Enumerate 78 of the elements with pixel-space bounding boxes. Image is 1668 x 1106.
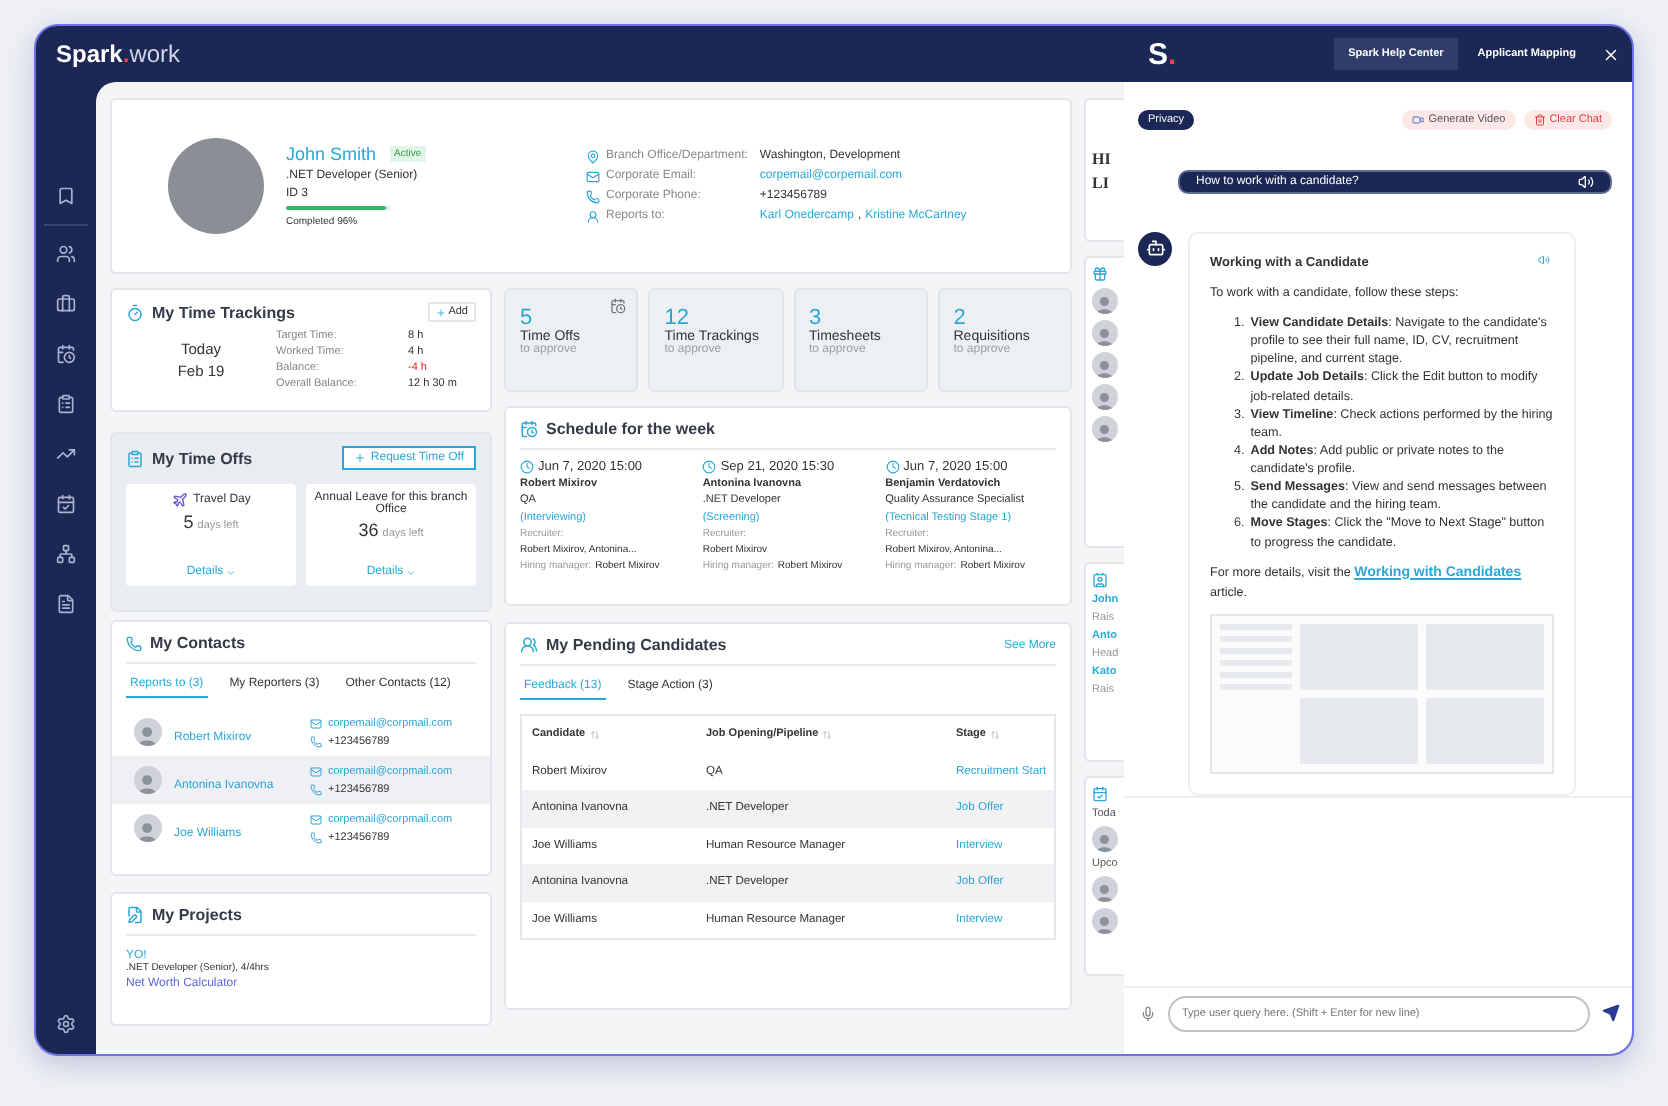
app-logo: Spark.work bbox=[56, 40, 181, 68]
bookmark-icon[interactable] bbox=[56, 186, 76, 206]
avatar bbox=[1092, 416, 1118, 442]
sort-icon bbox=[989, 729, 1000, 740]
location-pin-icon bbox=[586, 149, 600, 163]
calendar-icon bbox=[1092, 786, 1108, 802]
avatar bbox=[1092, 352, 1118, 378]
profile-name: John Smith bbox=[286, 144, 377, 164]
phone-icon bbox=[126, 635, 142, 651]
card-title: My Time Offs bbox=[152, 449, 253, 467]
plane-icon bbox=[171, 492, 188, 508]
phone-icon bbox=[310, 783, 322, 795]
clock-icon bbox=[702, 460, 717, 474]
settings-icon[interactable] bbox=[56, 1014, 76, 1034]
card-title: My Contacts bbox=[150, 634, 246, 652]
card-title: My Projects bbox=[152, 906, 242, 924]
card-title: My Time Trackings bbox=[152, 303, 295, 321]
photo-placeholder bbox=[168, 138, 264, 234]
avatar bbox=[134, 766, 162, 794]
people-icon bbox=[520, 636, 538, 654]
days-count: 36 bbox=[358, 520, 379, 540]
speaker-icon bbox=[1578, 173, 1594, 190]
phone-icon bbox=[586, 189, 600, 203]
bot-avatar bbox=[1138, 231, 1172, 266]
avatar bbox=[134, 718, 162, 746]
sort-icon bbox=[822, 729, 833, 740]
hierarchy-icon[interactable] bbox=[56, 544, 76, 564]
chart-icon[interactable] bbox=[56, 444, 76, 464]
video-icon bbox=[1412, 114, 1425, 126]
clock-icon bbox=[885, 460, 900, 474]
calendar-clock-icon bbox=[610, 298, 627, 314]
clock-icon bbox=[520, 460, 534, 474]
stopwatch-icon bbox=[126, 303, 144, 321]
email-icon bbox=[586, 169, 600, 183]
days-count: 5 bbox=[183, 512, 194, 532]
chevron-down-icon bbox=[225, 567, 236, 577]
chat-logo: S. bbox=[1148, 37, 1177, 71]
card-title: Schedule for the week bbox=[546, 420, 715, 438]
clipboard-icon bbox=[126, 449, 144, 467]
person-card-icon bbox=[1092, 572, 1108, 588]
logo-text: LI bbox=[1092, 173, 1111, 191]
document-icon[interactable] bbox=[56, 594, 76, 614]
avatar bbox=[1092, 384, 1118, 410]
speaker-icon bbox=[1538, 253, 1550, 266]
close-button[interactable] bbox=[1602, 45, 1620, 63]
avatar bbox=[1092, 826, 1118, 852]
logo-text: HI bbox=[1092, 149, 1113, 167]
calendar-icon[interactable] bbox=[56, 494, 76, 514]
people-icon[interactable] bbox=[56, 244, 76, 264]
briefcase-icon[interactable] bbox=[56, 294, 76, 314]
card-title: My Pending Candidates bbox=[546, 636, 727, 654]
email-icon bbox=[310, 813, 322, 825]
person-icon bbox=[586, 209, 600, 223]
avatar bbox=[1092, 908, 1118, 934]
plus-icon bbox=[354, 452, 367, 464]
stat-count: 3 bbox=[809, 306, 822, 330]
avatar bbox=[1092, 876, 1118, 902]
stat-count: 12 bbox=[664, 306, 689, 330]
stat-count: 5 bbox=[520, 306, 533, 330]
email-icon bbox=[310, 765, 322, 777]
trash-icon bbox=[1533, 114, 1546, 126]
plus-icon bbox=[436, 307, 447, 317]
clipboard-icon[interactable] bbox=[56, 394, 76, 414]
microphone-icon[interactable] bbox=[1140, 1005, 1156, 1021]
calendar-clock-icon bbox=[520, 420, 538, 438]
send-icon[interactable] bbox=[1602, 1004, 1620, 1022]
gift-icon bbox=[1092, 266, 1108, 282]
email-icon bbox=[310, 717, 322, 729]
phone-icon bbox=[310, 735, 322, 747]
stat-count: 2 bbox=[953, 306, 966, 330]
avatar bbox=[1092, 288, 1118, 314]
chevron-down-icon bbox=[405, 567, 416, 577]
avatar bbox=[134, 814, 162, 842]
document-edit-icon bbox=[126, 906, 144, 924]
sort-icon bbox=[589, 729, 600, 740]
avatar bbox=[1092, 320, 1118, 346]
calendar-clock-icon[interactable] bbox=[56, 344, 76, 364]
phone-icon bbox=[310, 831, 322, 843]
